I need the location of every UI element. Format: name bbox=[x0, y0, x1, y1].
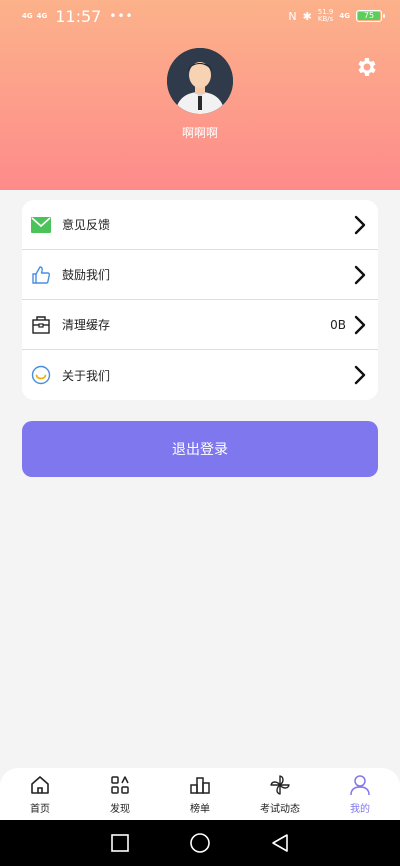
battery-level: 75 bbox=[358, 12, 380, 20]
tab-discover[interactable]: 发现 bbox=[80, 768, 160, 820]
tab-label: 首页 bbox=[30, 804, 50, 815]
tab-label: 发现 bbox=[110, 804, 130, 815]
net-speed: 51.9 KB/s bbox=[318, 9, 334, 23]
chevron-right-icon bbox=[354, 315, 366, 334]
net-speed-unit: KB/s bbox=[317, 15, 334, 23]
menu-card: 意见反馈 鼓励我们 清理缓存 0B 关于我们 bbox=[22, 200, 378, 400]
chevron-right-icon bbox=[354, 215, 366, 234]
menu-item-encourage[interactable]: 鼓励我们 bbox=[22, 250, 378, 300]
recent-apps-icon[interactable] bbox=[109, 832, 131, 854]
menu-item-about[interactable]: 关于我们 bbox=[22, 350, 378, 400]
status-time: 11:57 bbox=[55, 6, 102, 26]
network-type: 4G bbox=[339, 11, 350, 20]
signal-indicator-2: 4G bbox=[36, 11, 48, 20]
signal-indicator-1: 4G bbox=[22, 11, 33, 20]
avatar-image bbox=[167, 48, 233, 114]
logout-button[interactable]: 退出登录 bbox=[22, 421, 378, 477]
menu-item-feedback[interactable]: 意见反馈 bbox=[22, 200, 378, 250]
status-more-dots: ••• bbox=[109, 9, 134, 23]
tab-label: 我的 bbox=[350, 804, 370, 815]
menu-item-label: 鼓励我们 bbox=[62, 268, 111, 282]
status-bar: 4G 4G 11:57 ••• N ✱ 51.9 KB/s 4G 75 bbox=[0, 0, 400, 32]
nfc-icon: N bbox=[288, 9, 297, 23]
tab-ranking[interactable]: 榜单 bbox=[160, 768, 240, 820]
gear-icon[interactable] bbox=[354, 55, 378, 79]
menu-item-label: 意见反馈 bbox=[62, 218, 111, 232]
system-nav-bar bbox=[0, 820, 400, 866]
pinwheel-icon bbox=[270, 775, 290, 795]
bottom-tab-bar: 首页 发现 榜单 考试动态 我的 bbox=[0, 768, 400, 820]
chevron-right-icon bbox=[354, 365, 366, 385]
tab-label: 榜单 bbox=[190, 804, 210, 815]
tab-exam-news[interactable]: 考试动态 bbox=[240, 768, 320, 820]
cache-size: 0B bbox=[330, 317, 346, 332]
profile-header: 4G 4G 11:57 ••• N ✱ 51.9 KB/s 4G 75 啊啊啊 bbox=[0, 0, 400, 190]
tab-mine[interactable]: 我的 bbox=[320, 768, 400, 820]
menu-item-label: 关于我们 bbox=[62, 368, 111, 383]
chevron-right-icon bbox=[354, 265, 366, 284]
tab-home[interactable]: 首页 bbox=[0, 768, 80, 820]
smile-icon bbox=[30, 364, 52, 386]
discover-grid-icon bbox=[111, 776, 129, 794]
home-circle-icon[interactable] bbox=[189, 832, 211, 854]
menu-item-clear-cache[interactable]: 清理缓存 0B bbox=[22, 300, 378, 350]
menu-item-label: 清理缓存 bbox=[62, 318, 111, 332]
ranking-bars-icon bbox=[190, 777, 210, 794]
home-icon bbox=[31, 776, 49, 794]
bluetooth-icon: ✱ bbox=[302, 9, 312, 23]
username: 啊啊啊 bbox=[181, 126, 218, 140]
thumbs-up-icon bbox=[30, 264, 52, 286]
tab-label: 考试动态 bbox=[260, 804, 300, 815]
battery-icon: 75 bbox=[356, 10, 385, 22]
cache-box-icon bbox=[30, 314, 52, 336]
user-icon bbox=[350, 775, 370, 796]
avatar[interactable] bbox=[167, 48, 233, 114]
mail-icon bbox=[30, 214, 52, 236]
back-triangle-icon[interactable] bbox=[269, 832, 291, 854]
